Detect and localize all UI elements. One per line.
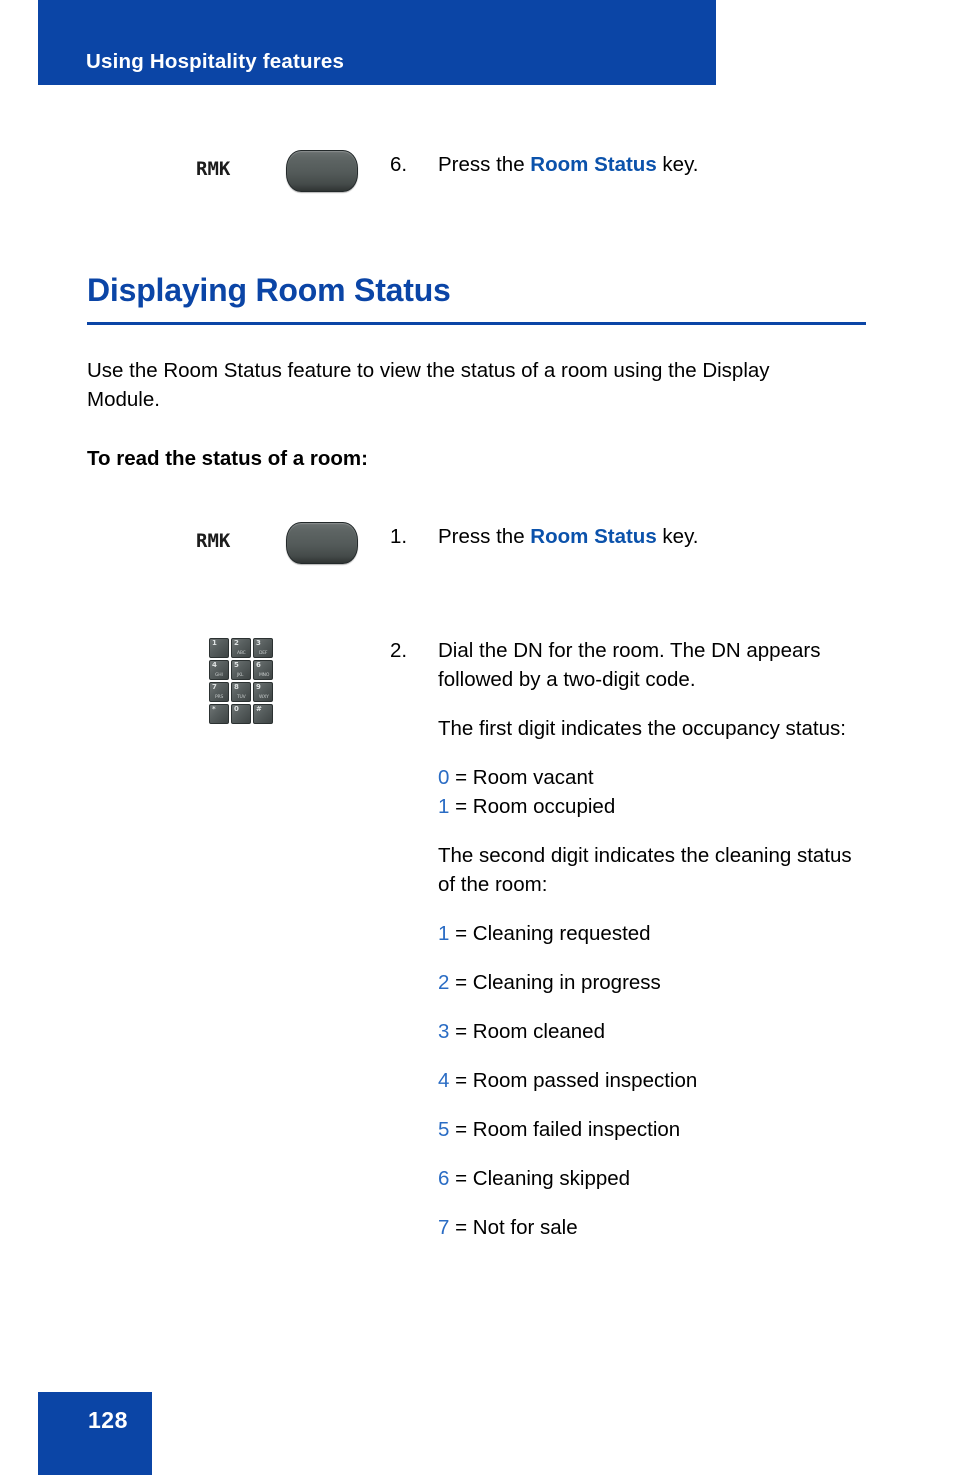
dialpad-key-number: 5 [234,661,239,669]
step-1-number: 1. [390,525,408,548]
cleaning-code-meaning: Cleaning skipped [472,1167,631,1190]
cleaning-code-digit: 4 [438,1069,450,1092]
dialpad-key-letters: MNO [259,673,270,678]
dialpad-key-number: 6 [256,661,261,669]
step-6-text-before: Press the [438,153,531,176]
cleaning-code-digit: 5 [438,1118,450,1141]
dialpad-key-0[interactable]: 0 [231,704,251,724]
dialpad-key-number: 8 [234,683,239,691]
step-1-text: Press the Room Status key. [438,522,870,551]
cleaning-code-meaning: Cleaning in progress [472,971,661,994]
cleaning-code-row: 1 = Cleaning requested [438,919,870,948]
occupancy-code-list: 0 = Room vacant 1 = Room occupied [438,763,870,821]
cleaning-code-equals: = [449,1216,473,1239]
dialpad-key-number: 3 [256,639,261,647]
dialpad-key-number: 2 [234,639,239,647]
cleaning-code-row: 5 = Room failed inspection [438,1115,870,1144]
cleaning-code-digit: 6 [438,1167,450,1190]
dialpad-key-number: 0 [234,705,239,713]
occupancy-code-digit: 1 [438,795,450,818]
page-header-banner: Using Hospitality features [38,0,716,85]
section-intro-paragraph: Use the Room Status feature to view the … [87,359,770,411]
dialpad-icon[interactable]: 1 2 ABC 3 DEF 4 GHI 5 JKL 6 MNO 7 PRS 8 … [209,638,273,724]
room-status-softkey-button[interactable] [286,150,358,192]
step-6-text-after: key. [656,153,699,176]
step-2-paragraph-second-digit: The second digit indicates the cleaning … [438,844,852,896]
occupancy-code-digit: 0 [438,766,450,789]
dialpad-key-7[interactable]: 7 PRS [209,682,229,702]
dialpad-key-letters: GHI [215,673,223,678]
cleaning-code-row: 6 = Cleaning skipped [438,1164,870,1193]
cleaning-code-equals: = [449,1118,473,1141]
dialpad-key-1[interactable]: 1 [209,638,229,658]
cleaning-code-meaning: Cleaning requested [472,922,651,945]
dialpad-key-9[interactable]: 9 WXY [253,682,273,702]
cleaning-code-row: 2 = Cleaning in progress [438,968,870,997]
step-2-body: 2. Dial the DN for the room. The DN appe… [390,636,870,1262]
dialpad-key-letters: TUV [237,695,246,700]
occupancy-code-equals: = [449,766,473,789]
dialpad-key-number: 1 [212,639,217,647]
dialpad-key-number: 9 [256,683,261,691]
cleaning-code-meaning: Not for sale [472,1216,578,1239]
step-6-keyword: Room Status [530,153,657,176]
cleaning-code-equals: = [449,1069,473,1092]
rmk-display-label: RMK [196,158,231,180]
dialpad-key-number: 4 [212,661,217,669]
cleaning-code-digit: 2 [438,971,450,994]
dialpad-key-number: # [256,705,262,713]
cleaning-code-equals: = [449,1167,473,1190]
occupancy-code-equals: = [449,795,473,818]
step-1-text-after: key. [656,525,699,548]
dialpad-key-2[interactable]: 2 ABC [231,638,251,658]
step-6-text: Press the Room Status key. [438,150,870,179]
dialpad-key-5[interactable]: 5 JKL [231,660,251,680]
cleaning-code-meaning: Room cleaned [472,1020,605,1043]
cleaning-code-meaning: Room passed inspection [472,1069,698,1092]
dialpad-key-letters: JKL [237,673,244,678]
cleaning-code-row: 3 = Room cleaned [438,1017,870,1046]
step-6-number: 6. [390,153,408,176]
cleaning-code-meaning: Room failed inspection [472,1118,681,1141]
dialpad-key-letters: ABC [237,651,246,656]
step-1-body: 1. Press the Room Status key. [390,522,870,551]
occupancy-code-row: 0 = Room vacant [438,763,870,792]
section-heading-rule [87,322,866,325]
occupancy-code-meaning: Room vacant [472,766,594,789]
step-1-text-before: Press the [438,525,531,548]
page-number: 128 [88,1407,128,1433]
cleaning-code-row: 7 = Not for sale [438,1213,870,1242]
cleaning-code-equals: = [449,1020,473,1043]
room-status-softkey-button[interactable] [286,522,358,564]
dialpad-key-letters: PRS [215,695,224,700]
cleaning-code-digit: 7 [438,1216,450,1239]
dialpad-key-3[interactable]: 3 DEF [253,638,273,658]
dialpad-key-star[interactable]: * [209,704,229,724]
step-2-number: 2. [390,639,408,662]
step-2-paragraph-dial-dn: Dial the DN for the room. The DN appears… [438,639,821,691]
footer-page-box: 128 [38,1392,152,1475]
dialpad-key-8[interactable]: 8 TUV [231,682,251,702]
dialpad-key-6[interactable]: 6 MNO [253,660,273,680]
step-6-body: 6. Press the Room Status key. [390,150,870,179]
step-2-paragraph-first-digit: The first digit indicates the occupancy … [438,717,846,740]
cleaning-code-row: 4 = Room passed inspection [438,1066,870,1095]
section-heading: Displaying Room Status [87,272,451,308]
cleaning-code-equals: = [449,971,473,994]
occupancy-code-row: 1 = Room occupied [438,792,870,821]
dialpad-key-4[interactable]: 4 GHI [209,660,229,680]
dialpad-key-letters: WXY [259,695,269,700]
cleaning-code-equals: = [449,922,473,945]
step-1-keyword: Room Status [530,525,657,548]
rmk-display-label: RMK [196,530,231,552]
cleaning-code-digit: 3 [438,1020,450,1043]
dialpad-key-hash[interactable]: # [253,704,273,724]
page-header-title: Using Hospitality features [86,50,345,73]
dialpad-key-letters: DEF [259,651,268,656]
occupancy-code-meaning: Room occupied [472,795,616,818]
section-subheading: To read the status of a room: [87,447,368,470]
dialpad-key-number: 7 [212,683,217,691]
dialpad-key-number: * [212,705,216,713]
cleaning-code-digit: 1 [438,922,450,945]
